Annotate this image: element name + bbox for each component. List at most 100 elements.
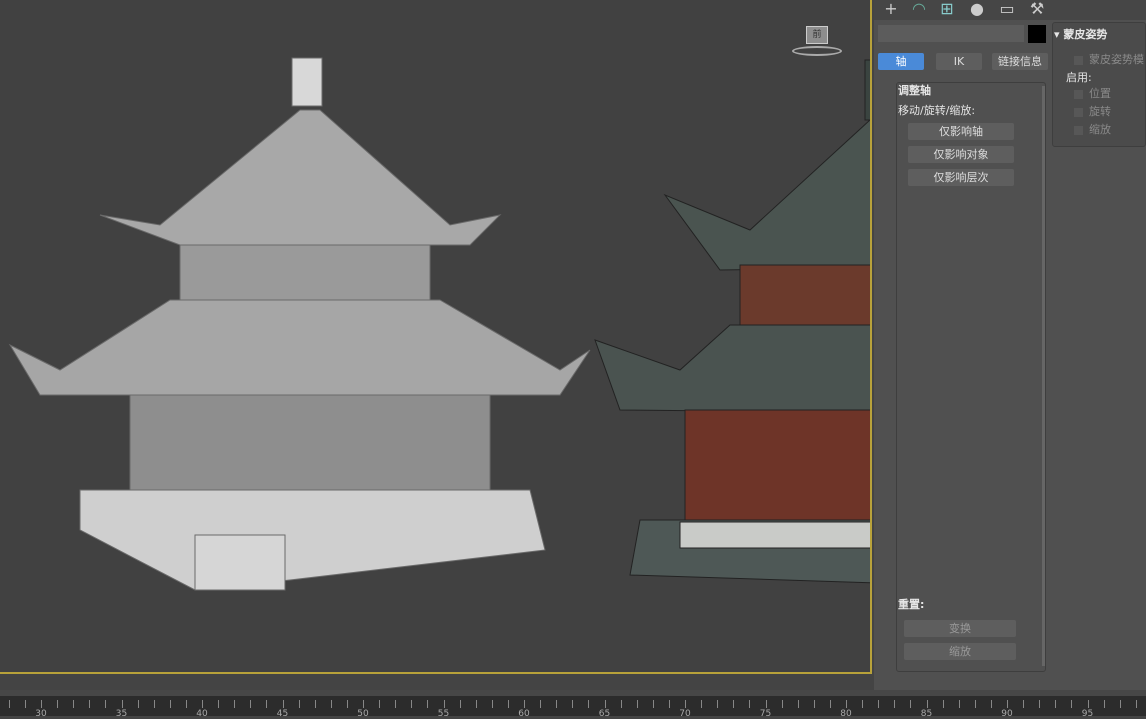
ruler-tick — [1087, 700, 1089, 708]
ruler-tick — [363, 700, 364, 708]
ruler-tick — [266, 700, 268, 708]
ruler-label: 35 — [115, 709, 128, 719]
ruler-tick — [540, 700, 542, 708]
ruler-tick — [89, 700, 91, 708]
ruler-tick — [668, 700, 670, 708]
enable-label: 启用: — [1066, 71, 1092, 84]
ruler-tick — [604, 700, 606, 708]
adjust-pivot-title: 调整轴 — [898, 84, 931, 97]
ruler-tick — [829, 700, 831, 708]
ruler-tick — [572, 700, 574, 708]
ruler-label: 70 — [679, 709, 691, 719]
object-name-field[interactable] — [878, 25, 1024, 42]
timeline-ruler[interactable]: 30 35 40 45 50 55 60 65 70 75 80 85 90 95 — [0, 690, 1146, 719]
ruler-tick — [636, 700, 638, 708]
ruler-tick — [990, 700, 992, 708]
reset-scale-button[interactable]: 缩放 — [904, 643, 1016, 660]
ruler-label: 90 — [1001, 709, 1013, 719]
skin-pose-mode-checkbox[interactable]: 蒙皮姿势模 — [1074, 51, 1144, 67]
display-icon[interactable]: ▭ — [994, 0, 1020, 20]
tab-ik[interactable]: IK — [936, 53, 982, 70]
utilities-icon[interactable]: ⚒ — [1024, 0, 1050, 20]
ruler-tick — [57, 700, 59, 708]
ruler-label: 65 — [598, 709, 611, 719]
ruler-tick — [701, 700, 703, 708]
affect-object-only-button[interactable]: 仅影响对象 — [908, 146, 1014, 163]
tab-link-info[interactable]: 链接信息 — [992, 53, 1048, 70]
hierarchy-icon[interactable]: ⊞ — [934, 0, 960, 20]
affect-hierarchy-only-button[interactable]: 仅影响层次 — [908, 169, 1014, 186]
ruler-tick — [459, 700, 461, 708]
ruler-tick — [1071, 700, 1073, 708]
object-color-swatch[interactable] — [1028, 25, 1046, 43]
rotation-checkbox[interactable]: 旋转 — [1074, 103, 1111, 119]
ruler-tick — [1007, 700, 1008, 708]
ruler-label: 30 — [35, 709, 47, 719]
ruler-tick — [234, 700, 236, 708]
modify-icon[interactable]: ◠ — [906, 0, 932, 20]
affect-pivot-only-button[interactable]: 仅影响轴 — [908, 123, 1014, 140]
ruler-tick — [846, 700, 847, 708]
ruler-tick — [507, 700, 509, 708]
ruler-tick — [121, 700, 123, 708]
scale-checkbox[interactable]: 缩放 — [1074, 121, 1111, 137]
panel-scrollbar[interactable] — [1042, 86, 1045, 666]
reset-transform-button[interactable]: 变换 — [904, 620, 1016, 637]
ruler-label: 85 — [920, 709, 933, 719]
ruler-label: 80 — [840, 709, 852, 719]
ruler-tick — [346, 700, 348, 708]
move-rotate-scale-label: 移动/旋转/缩放: — [898, 104, 976, 117]
ruler-tick — [652, 700, 654, 708]
skin-pose-rollout-title[interactable]: ▾ 蒙皮姿势 — [1054, 26, 1107, 42]
ruler-tick — [1103, 700, 1105, 708]
ruler-tick — [797, 700, 799, 708]
ruler-tick — [24, 700, 26, 708]
ruler-label: 50 — [357, 709, 369, 719]
ruler-tick — [411, 700, 413, 708]
ruler-tick — [942, 700, 944, 708]
ruler-tick — [765, 700, 767, 708]
ruler-tick — [153, 700, 155, 708]
ruler-tick — [878, 700, 880, 708]
ruler-tick — [556, 700, 558, 708]
ruler-tick — [41, 700, 42, 708]
motion-icon[interactable]: ● — [964, 0, 990, 20]
ruler-tick — [733, 700, 735, 708]
ruler-tick — [475, 700, 477, 708]
ruler-tick — [185, 700, 187, 708]
ruler-label: 55 — [437, 709, 450, 719]
ruler-tick — [524, 700, 525, 708]
command-panel: + ◠ ⊞ ● ▭ ⚒ 轴 IK 链接信息 调整轴 移动/旋转/缩放: 仅影响轴… — [874, 0, 1146, 690]
perspective-viewport[interactable]: 前 — [0, 0, 872, 674]
ruler-label: 60 — [518, 709, 530, 719]
ruler-tick — [218, 700, 220, 708]
ruler-tick — [620, 700, 622, 708]
ruler-tick — [1119, 700, 1121, 708]
ruler-tick — [974, 700, 976, 708]
ruler-label: 45 — [276, 709, 289, 719]
ruler-tick — [749, 700, 751, 708]
position-label: 位置 — [1089, 87, 1111, 100]
tab-pivot[interactable]: 轴 — [878, 53, 924, 70]
ruler-tick — [314, 700, 316, 708]
ruler-label: 40 — [196, 709, 208, 719]
ruler-tick — [427, 700, 429, 708]
ruler-tick — [685, 700, 686, 708]
ruler-tick — [298, 700, 300, 708]
ruler-tick — [443, 700, 445, 708]
pavilion-textured-model[interactable] — [0, 0, 870, 672]
ruler-tick — [379, 700, 381, 708]
ruler-label: 95 — [1081, 709, 1094, 719]
ruler-tick — [330, 700, 332, 708]
ruler-tick — [137, 700, 139, 708]
ruler-tick — [202, 700, 203, 708]
ruler-tick — [105, 700, 107, 708]
ruler-tick — [250, 700, 252, 708]
ruler-tick — [781, 700, 783, 708]
ruler-tick — [395, 700, 397, 708]
position-checkbox[interactable]: 位置 — [1074, 85, 1111, 101]
ruler-tick — [491, 700, 493, 708]
ruler-tick — [862, 700, 864, 708]
create-icon[interactable]: + — [878, 0, 904, 20]
ruler-tick — [1023, 700, 1025, 708]
